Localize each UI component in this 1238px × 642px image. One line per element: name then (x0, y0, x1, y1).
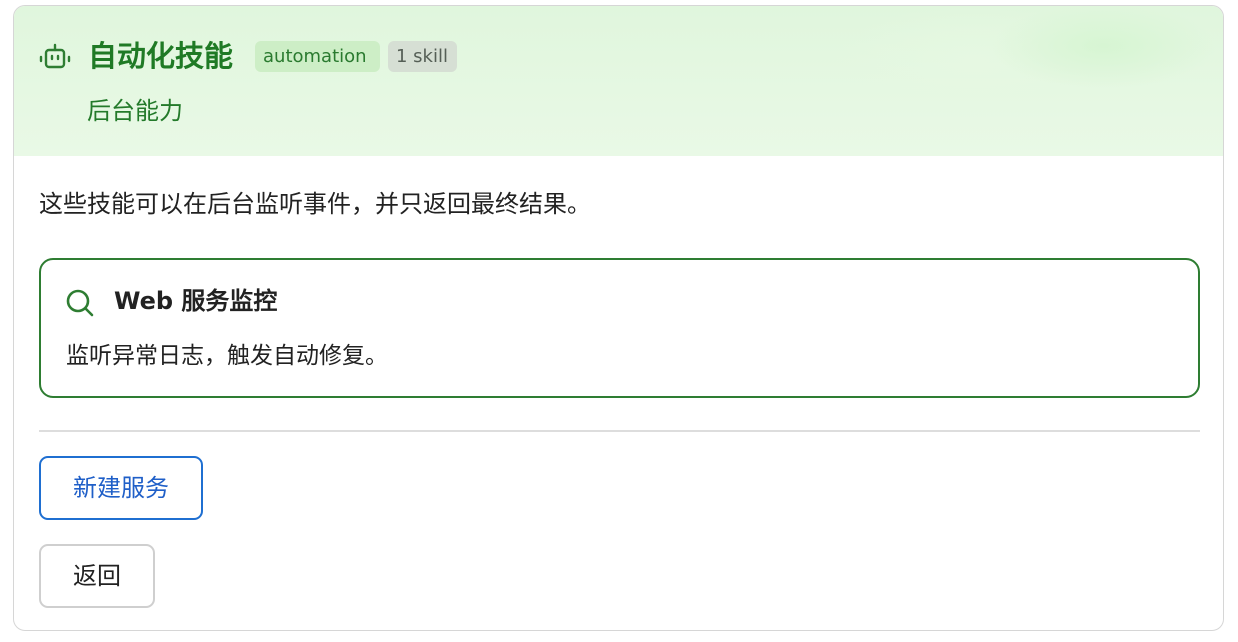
divider (39, 430, 1200, 432)
section-description: 这些技能可以在后台监听事件，并只返回最终结果。 (39, 190, 591, 218)
search-icon (66, 289, 94, 317)
skill-description: 监听异常日志，触发自动修复。 (66, 343, 388, 369)
skill-count-badge: 1 skill (388, 41, 457, 72)
robot-icon (39, 43, 71, 69)
automation-badge: automation (255, 41, 380, 72)
back-button[interactable]: 返回 (39, 544, 155, 608)
skill-card-web-monitor[interactable]: Web 服务监控 监听异常日志，触发自动修复。 (39, 258, 1200, 398)
new-service-button[interactable]: 新建服务 (39, 456, 203, 520)
page-subtitle: 后台能力 (87, 97, 183, 125)
skill-title: Web 服务监控 (114, 287, 278, 315)
card-header: 自动化技能 automation 1 skill 后台能力 (14, 6, 1223, 156)
page-title: 自动化技能 (88, 39, 234, 73)
automation-skills-card: 自动化技能 automation 1 skill 后台能力 这些技能可以在后台监… (13, 5, 1224, 631)
